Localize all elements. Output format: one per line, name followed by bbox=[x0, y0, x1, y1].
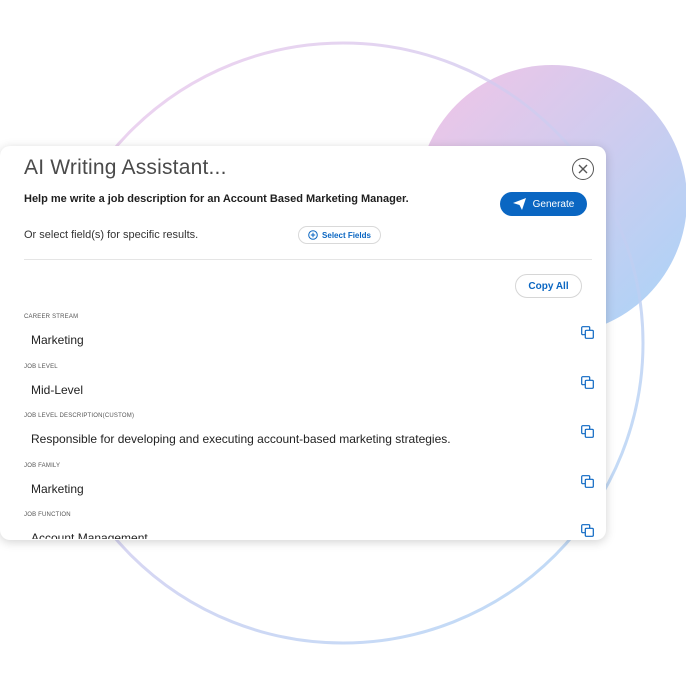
field-label-career-stream: CAREER STREAM bbox=[24, 314, 79, 320]
plus-circle-icon bbox=[308, 230, 318, 240]
copy-icon[interactable] bbox=[581, 524, 594, 537]
generate-button[interactable]: Generate bbox=[500, 192, 587, 216]
select-fields-label: Select Fields bbox=[322, 230, 371, 240]
field-value-job-level: Mid-Level bbox=[31, 383, 84, 397]
select-hint: Or select field(s) for specific results. bbox=[24, 229, 199, 241]
field-value-career-stream: Marketing bbox=[31, 333, 84, 347]
field-value-job-function: Account Management bbox=[31, 531, 148, 539]
send-icon bbox=[512, 198, 526, 210]
field-label-job-level-description: JOB LEVEL DESCRIPTION(CUSTOM) bbox=[24, 413, 135, 419]
copy-icon[interactable] bbox=[581, 475, 594, 488]
copy-icon[interactable] bbox=[581, 326, 594, 339]
close-button[interactable] bbox=[572, 158, 594, 180]
divider bbox=[24, 259, 592, 260]
field-value-job-family: Marketing bbox=[31, 482, 84, 496]
dialog-title: AI Writing Assistant... bbox=[24, 156, 227, 179]
close-icon bbox=[578, 164, 588, 174]
copy-icon[interactable] bbox=[581, 425, 594, 438]
field-label-job-function: JOB FUNCTION bbox=[24, 512, 71, 518]
copy-all-button[interactable]: Copy All bbox=[515, 274, 582, 298]
field-value-job-level-description: Responsible for developing and executing… bbox=[31, 432, 451, 446]
generate-label: Generate bbox=[532, 198, 575, 210]
copy-icon[interactable] bbox=[581, 376, 594, 389]
select-fields-button[interactable]: Select Fields bbox=[298, 226, 381, 244]
field-label-job-level: JOB LEVEL bbox=[24, 364, 58, 370]
prompt-text: Help me write a job description for an A… bbox=[24, 193, 409, 205]
field-label-job-family: JOB FAMILY bbox=[24, 463, 61, 469]
